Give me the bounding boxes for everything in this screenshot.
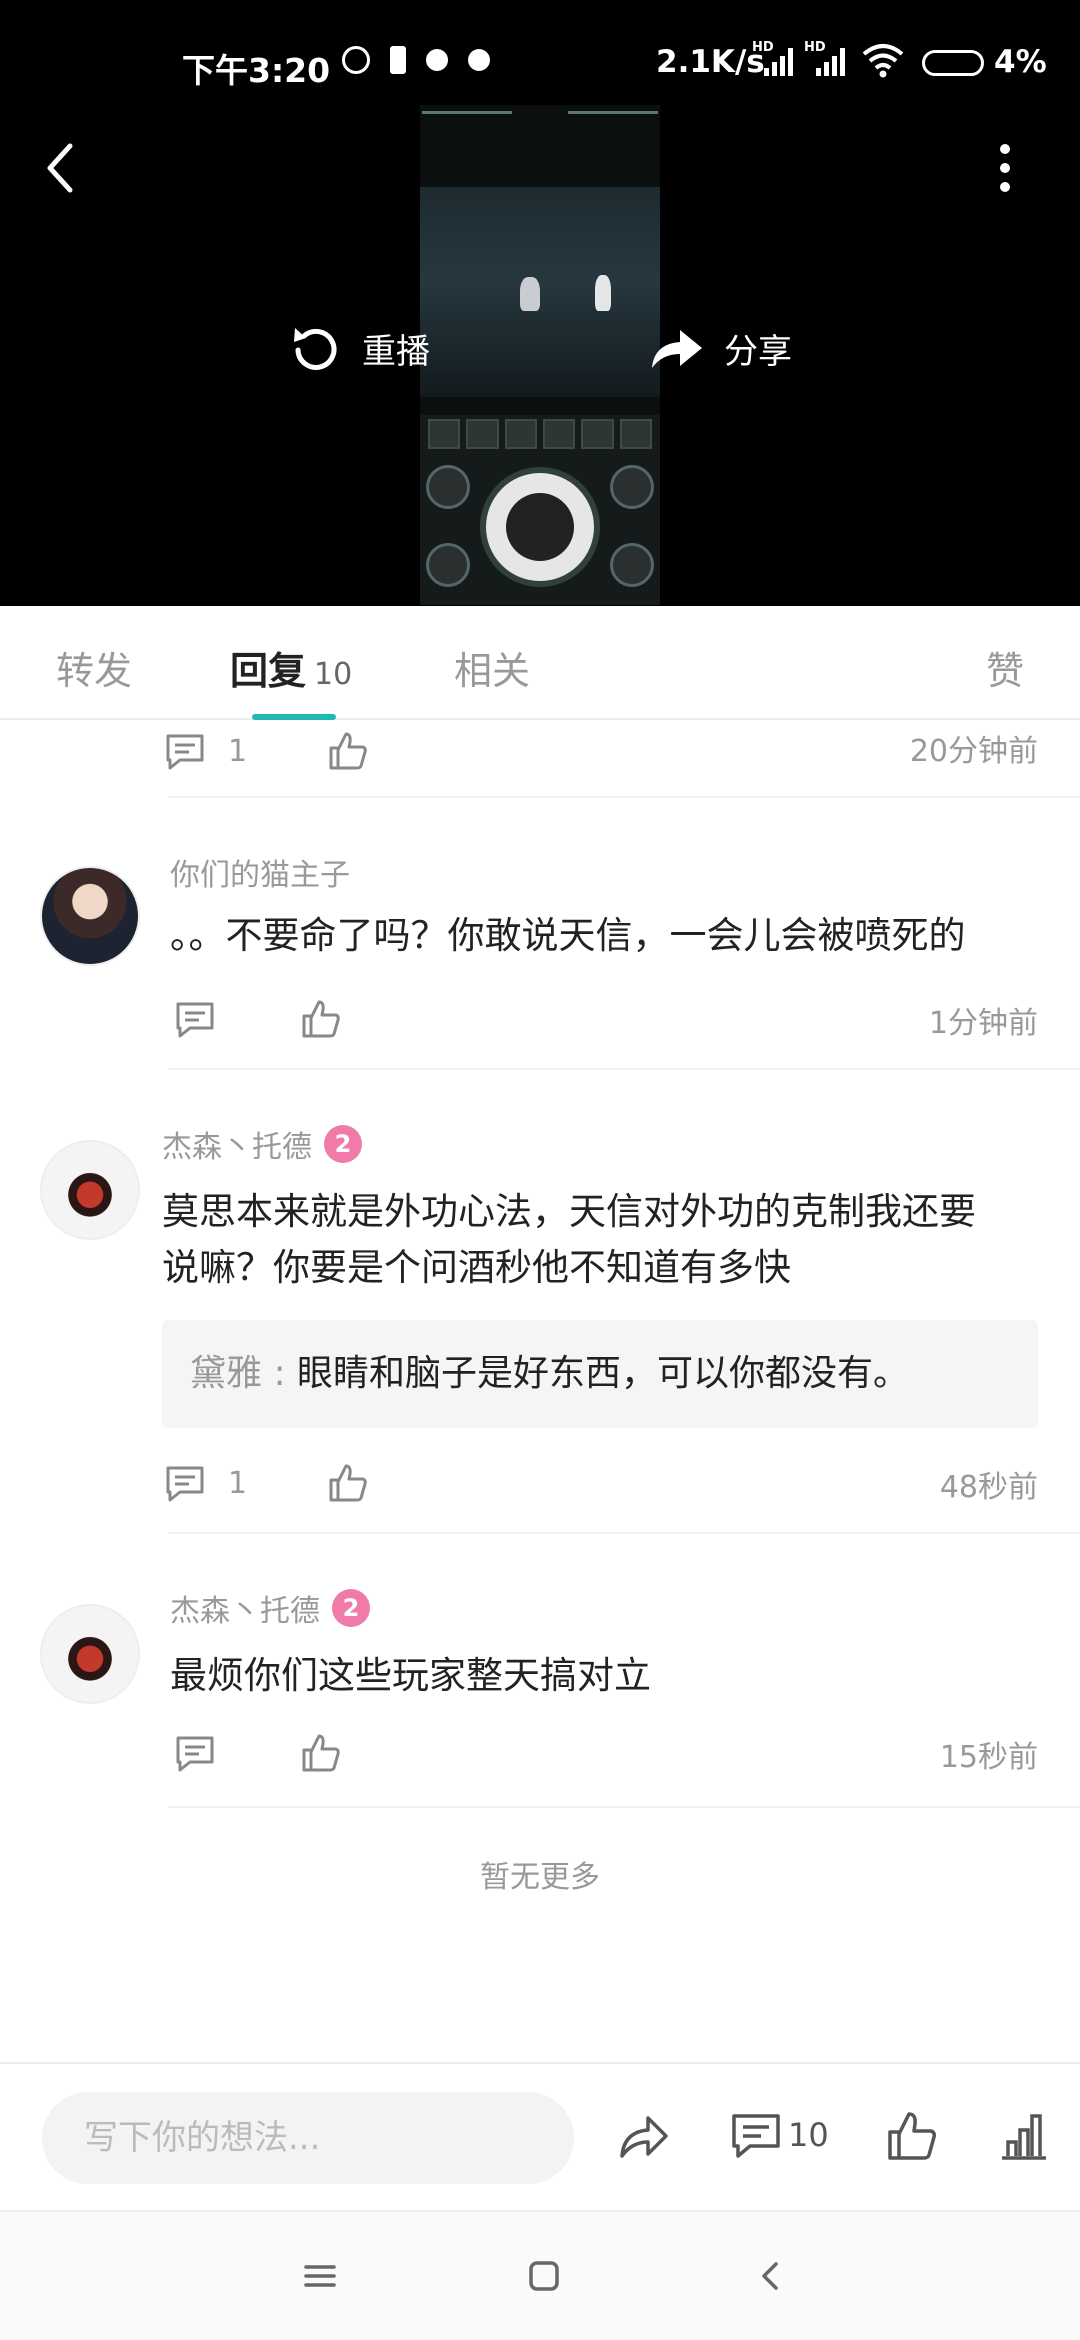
status-time: 下午3:20 xyxy=(182,51,331,90)
comment-icon[interactable] xyxy=(174,1732,216,1774)
reply-count: 1 xyxy=(228,1465,248,1501)
share-label: 分享 xyxy=(724,331,792,372)
battery-saver-icon xyxy=(390,46,406,74)
level-badge: 2 xyxy=(324,1125,362,1163)
back-arrow-icon[interactable] xyxy=(40,140,84,196)
thumbs-up-icon[interactable] xyxy=(327,1462,369,1504)
comment-text-line: 莫思本来就是外功心法，天信对外功的克制我还要 xyxy=(162,1190,976,1233)
reply-count: 1 xyxy=(228,733,248,769)
divider xyxy=(168,1068,1080,1070)
wifi-icon xyxy=(862,44,904,78)
tab-replies[interactable]: 回复 10 xyxy=(230,640,352,695)
app-notification-icon-2 xyxy=(468,49,490,71)
comment-time: 48秒前 xyxy=(939,1470,1038,1505)
comment-username[interactable]: 杰森丶托德 2 xyxy=(162,1122,362,1166)
back-icon[interactable] xyxy=(752,2256,792,2296)
divider xyxy=(168,796,1080,798)
quoted-reply-author[interactable]: 黛雅 xyxy=(190,1353,262,1394)
battery-icon xyxy=(922,50,984,76)
avatar[interactable] xyxy=(40,1604,140,1704)
stats-chart-icon[interactable] xyxy=(998,2110,1050,2162)
battery-percent: 4% xyxy=(994,44,1047,80)
share-icon[interactable] xyxy=(618,2110,670,2162)
video-thumbnail xyxy=(420,105,660,605)
comment-input[interactable]: 写下你的想法... xyxy=(42,2092,574,2184)
comment-text-line: 说嘛？你要是个问酒秒他不知道有多快 xyxy=(162,1246,791,1289)
thumbs-up-icon[interactable] xyxy=(300,1732,342,1774)
comment-actions xyxy=(174,994,342,1044)
comment-time: 1分钟前 xyxy=(928,1006,1038,1041)
more-options-icon[interactable] xyxy=(990,140,1020,196)
signal-icon-2 xyxy=(816,46,845,76)
signal-icon xyxy=(764,46,793,76)
replay-label: 重播 xyxy=(362,331,430,372)
avatar[interactable] xyxy=(40,1140,140,1240)
comment-composer: 写下你的想法... 10 xyxy=(0,2062,1080,2210)
comment-text: 。。不要命了吗？你敢说天信，一会儿会被喷死的 xyxy=(170,908,966,964)
comment-list[interactable]: 1 20分钟前 你们的猫主子 。。不要命了吗？你敢说天信，一会儿会被喷死的 1分… xyxy=(0,722,1080,2062)
share-arrow-icon xyxy=(652,330,702,368)
comment-time: 15秒前 xyxy=(939,1740,1038,1775)
network-speed: 2.1K/s xyxy=(656,44,765,80)
quoted-reply-text: 眼睛和脑子是好东西，可以你都没有。 xyxy=(297,1353,910,1394)
home-icon[interactable] xyxy=(524,2256,564,2296)
comment-text-line: 最烦你们这些玩家整天搞对立 xyxy=(170,1654,651,1697)
comment-username[interactable]: 你们的猫主子 xyxy=(170,850,350,894)
thumbs-up-icon[interactable] xyxy=(300,998,342,1040)
comment-icon[interactable] xyxy=(730,2110,782,2162)
comment-actions xyxy=(174,1728,342,1778)
comment-time: 20分钟前 xyxy=(909,734,1038,769)
thumbs-up-icon[interactable] xyxy=(327,730,369,772)
share-button[interactable]: 分享 xyxy=(648,318,792,378)
replay-button[interactable]: 重播 xyxy=(290,318,430,378)
tab-bar: 转发 回复 10 相关 赞 xyxy=(0,606,1080,720)
comment-text-line: 。。不要命了吗？你敢说天信，一会儿会被喷死的 xyxy=(170,914,966,957)
replay-icon xyxy=(294,328,337,370)
tab-likes[interactable]: 赞 xyxy=(986,640,1024,695)
menu-icon[interactable] xyxy=(300,2256,340,2296)
sync-icon xyxy=(342,46,370,74)
tab-related[interactable]: 相关 xyxy=(454,640,530,695)
comment-icon[interactable] xyxy=(164,1462,206,1504)
comment-username-text: 杰森丶托德 xyxy=(170,1594,320,1629)
game-scene xyxy=(420,187,660,397)
comment-actions: 1 xyxy=(164,726,369,776)
comment-actions: 1 xyxy=(164,1458,369,1508)
composer-reply-count: 10 xyxy=(788,2116,829,2154)
status-notification-icons xyxy=(342,46,490,74)
divider xyxy=(168,1532,1080,1534)
comment-username[interactable]: 杰森丶托德 2 xyxy=(170,1586,370,1630)
game-controls xyxy=(420,415,660,605)
thumbs-up-icon[interactable] xyxy=(886,2110,938,2162)
comment-text: 莫思本来就是外功心法，天信对外功的克制我还要 说嘛？你要是个问酒秒他不知道有多快 xyxy=(162,1184,976,1296)
no-more-label: 暂无更多 xyxy=(480,1860,600,1895)
quoted-reply[interactable]: 黛雅 : 眼睛和脑子是好东西，可以你都没有。 xyxy=(162,1320,1038,1428)
comment-text: 最烦你们这些玩家整天搞对立 xyxy=(170,1648,651,1704)
comment-icon[interactable] xyxy=(164,730,206,772)
active-tab-indicator xyxy=(252,714,336,720)
system-nav-bar xyxy=(0,2210,1080,2340)
app-notification-icon xyxy=(426,49,448,71)
comment-icon[interactable] xyxy=(174,998,216,1040)
level-badge: 2 xyxy=(332,1589,370,1627)
comment-username-text: 杰森丶托德 xyxy=(162,1130,312,1165)
avatar[interactable] xyxy=(40,866,140,966)
divider xyxy=(168,1806,1080,1808)
status-bar: 下午3:20 2.1K/s HD HD 4% xyxy=(0,36,1080,92)
quoted-reply-separator: : xyxy=(262,1353,298,1394)
video-player[interactable]: 下午3:20 2.1K/s HD HD 4% 重播 分享 xyxy=(0,0,1080,606)
game-hud xyxy=(420,109,660,155)
tab-forward[interactable]: 转发 xyxy=(56,640,132,695)
tab-replies-count: 10 xyxy=(314,657,353,692)
tab-replies-label: 回复 xyxy=(230,649,307,693)
